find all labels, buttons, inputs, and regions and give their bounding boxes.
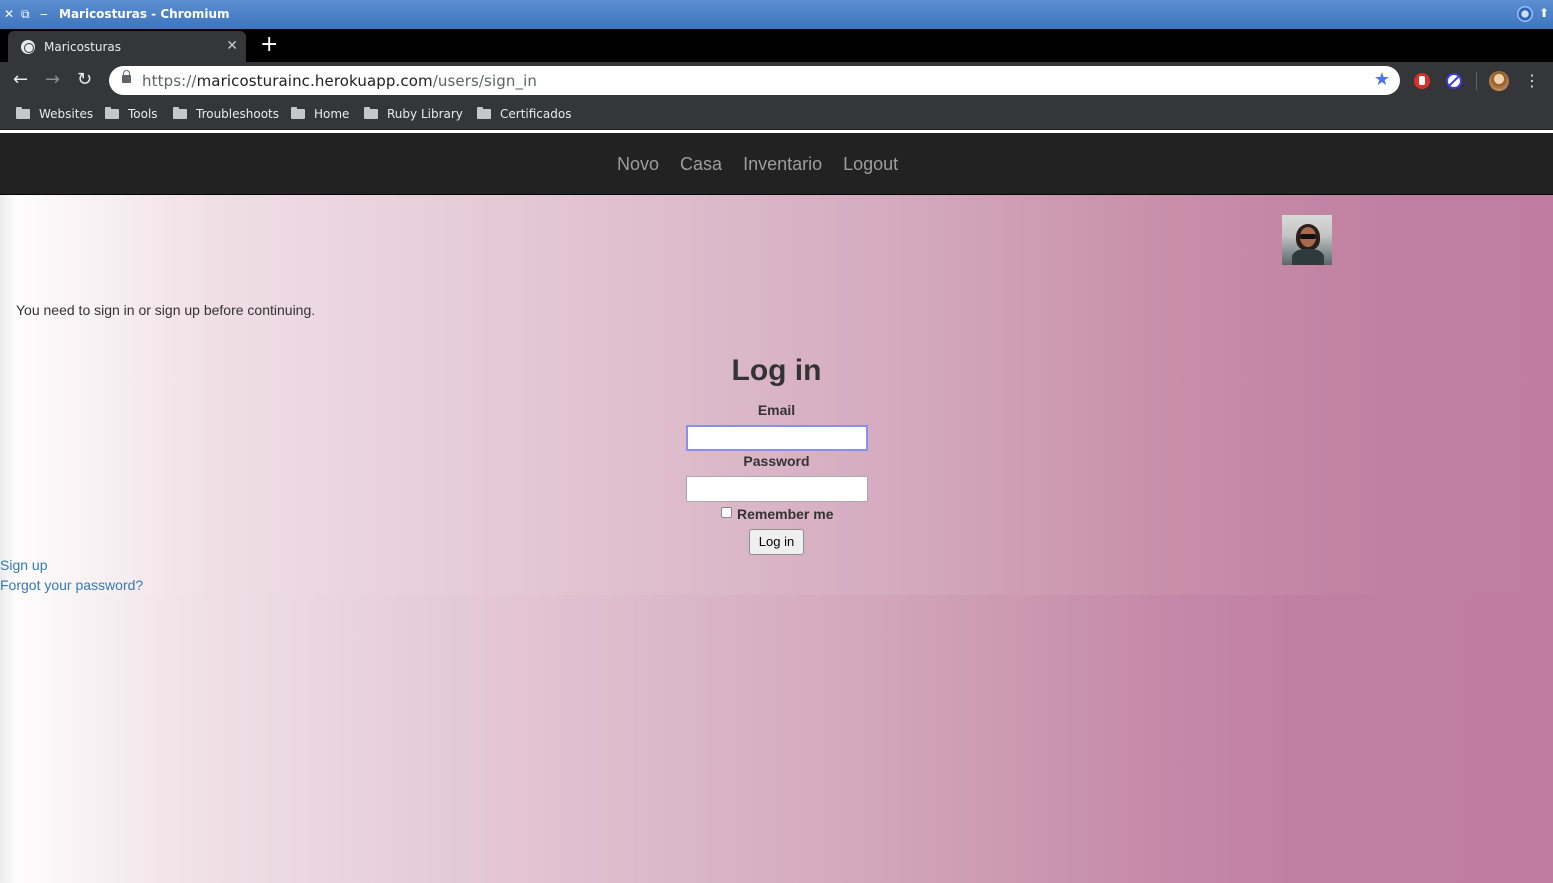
- lock-icon[interactable]: [122, 70, 131, 83]
- log-in-button[interactable]: Log in: [749, 529, 804, 555]
- password-field[interactable]: [686, 476, 868, 502]
- arrow-up-icon: ⬆: [1538, 6, 1549, 20]
- site-navbar: Novo Casa Inventario Logout: [0, 133, 1553, 195]
- url-text[interactable]: https://maricosturainc.herokuapp.com/use…: [142, 72, 537, 90]
- new-tab-button[interactable]: +: [260, 32, 278, 58]
- nav-link-inventario[interactable]: Inventario: [743, 154, 822, 174]
- bookmark-ruby-library[interactable]: Ruby Library: [364, 107, 463, 121]
- remember-me[interactable]: Remember me: [721, 506, 834, 522]
- password-label: Password: [743, 453, 810, 469]
- bookmarks-bar: Websites Tools Troubleshoots Home Ruby L…: [0, 100, 1553, 130]
- folder-icon: [105, 107, 119, 119]
- nav-link-logout[interactable]: Logout: [843, 154, 898, 174]
- bookmark-tools[interactable]: Tools: [105, 107, 158, 121]
- toolbar-divider: [1476, 72, 1477, 90]
- forgot-password-link[interactable]: Forgot your password?: [0, 577, 143, 593]
- flash-alert: You need to sign in or sign up before co…: [16, 302, 316, 318]
- bookmark-certificados[interactable]: Certificados: [477, 107, 571, 121]
- remember-me-label: Remember me: [737, 506, 834, 522]
- page-background-lower: [0, 595, 1553, 883]
- bookmark-star-icon[interactable]: ★: [1374, 69, 1390, 90]
- email-label: Email: [757, 402, 796, 418]
- tab-strip: Maricosturas ✕ +: [0, 29, 1553, 62]
- nav-link-novo[interactable]: Novo: [617, 154, 659, 174]
- back-icon[interactable]: ←: [13, 70, 28, 90]
- adblock-extension-icon[interactable]: [1414, 73, 1430, 89]
- window-title: Maricosturas - Chromium: [59, 7, 230, 21]
- folder-icon: [291, 107, 305, 119]
- user-photo: [1282, 215, 1332, 265]
- remember-me-checkbox[interactable]: [721, 507, 732, 518]
- minimize-window-icon[interactable]: ‒: [40, 7, 48, 21]
- address-bar[interactable]: https://maricosturainc.herokuapp.com/use…: [109, 66, 1400, 95]
- os-title-bar: ✕ ⧉ ‒ Maricosturas - Chromium ⬆: [0, 0, 1553, 29]
- folder-icon: [16, 107, 30, 119]
- folder-icon: [173, 107, 187, 119]
- browser-toolbar: ← → ↻ https://maricosturainc.herokuapp.c…: [0, 62, 1553, 100]
- tab-title: Maricosturas: [44, 40, 122, 54]
- email-field[interactable]: [686, 425, 868, 451]
- profile-avatar-icon[interactable]: [1489, 71, 1509, 91]
- globe-icon: [21, 40, 35, 54]
- tab-maricosturas[interactable]: Maricosturas ✕: [8, 31, 246, 62]
- menu-icon[interactable]: ⋮: [1524, 71, 1540, 91]
- sign-up-link[interactable]: Sign up: [0, 557, 47, 573]
- forward-icon[interactable]: →: [45, 70, 60, 90]
- bookmark-troubleshoots[interactable]: Troubleshoots: [173, 107, 279, 121]
- folder-icon: [477, 107, 491, 119]
- tab-close-icon[interactable]: ✕: [226, 38, 238, 54]
- close-window-icon[interactable]: ✕: [4, 7, 14, 21]
- page-left-shade: [0, 195, 16, 883]
- nav-link-casa[interactable]: Casa: [680, 154, 722, 174]
- block-extension-icon[interactable]: [1446, 73, 1462, 89]
- bookmark-home[interactable]: Home: [291, 107, 349, 121]
- restore-window-icon[interactable]: ⧉: [21, 7, 30, 21]
- bookmark-websites[interactable]: Websites: [16, 107, 93, 121]
- page-viewport: Novo Casa Inventario Logout You need to sig…: [0, 131, 1553, 883]
- login-heading: Log in: [731, 354, 822, 387]
- chromium-tray-icon: [1517, 6, 1533, 22]
- folder-icon: [364, 107, 378, 119]
- reload-icon[interactable]: ↻: [77, 70, 92, 90]
- nav-links: Novo Casa Inventario Logout: [617, 154, 919, 175]
